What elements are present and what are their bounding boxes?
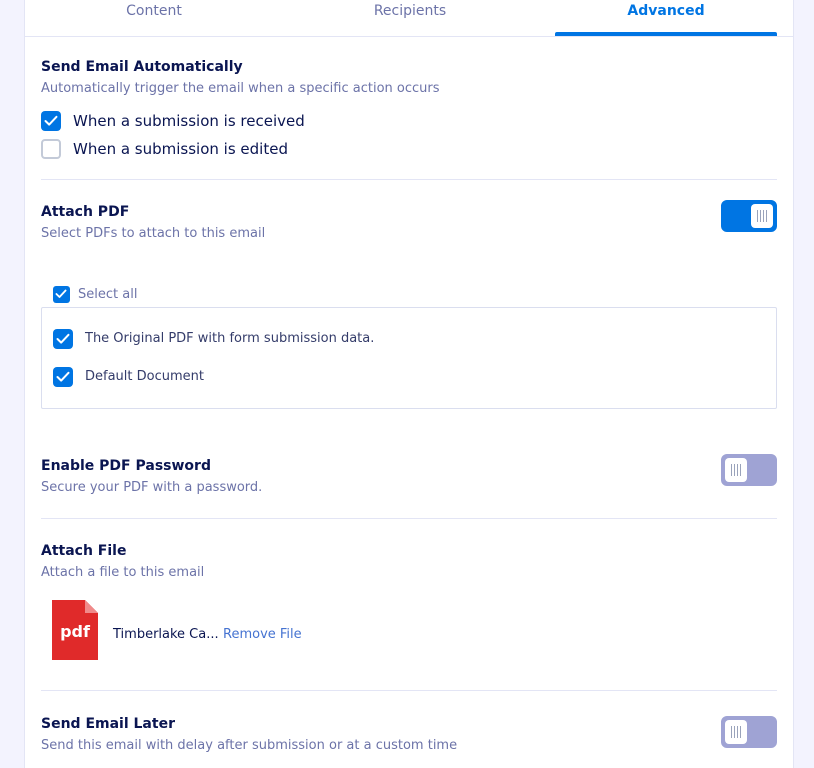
- tab-bar: Content Recipients Advanced: [25, 0, 793, 37]
- pdf-icon-text: pdf: [60, 622, 90, 641]
- select-all-label[interactable]: Select all: [78, 287, 137, 302]
- grip-icon: [731, 464, 741, 476]
- check-icon: [55, 289, 67, 298]
- send-auto-title: Send Email Automatically: [41, 59, 243, 75]
- tab-advanced[interactable]: Advanced: [555, 0, 777, 36]
- submission-received-label[interactable]: When a submission is received: [73, 112, 305, 130]
- pdf-password-title: Enable PDF Password: [41, 458, 211, 474]
- submission-received-checkbox[interactable]: [41, 111, 61, 131]
- grip-icon: [757, 210, 767, 222]
- section-divider: [41, 690, 777, 691]
- attach-pdf-title: Attach PDF: [41, 204, 130, 220]
- email-settings-panel: Content Recipients Advanced Send Email A…: [24, 0, 794, 768]
- send-later-title: Send Email Later: [41, 716, 175, 732]
- toggle-knob: [751, 204, 773, 228]
- send-later-toggle[interactable]: [721, 716, 777, 748]
- pdf-file-icon: pdf: [52, 600, 98, 660]
- toggle-knob: [725, 720, 747, 744]
- pdf-password-description: Secure your PDF with a password.: [41, 480, 263, 495]
- pdf-password-toggle[interactable]: [721, 454, 777, 486]
- send-later-description: Send this email with delay after submiss…: [41, 738, 458, 753]
- check-icon: [56, 371, 70, 382]
- submission-edited-label[interactable]: When a submission is edited: [73, 140, 288, 158]
- tab-content[interactable]: Content: [25, 0, 283, 36]
- original-pdf-label[interactable]: The Original PDF with form submission da…: [85, 331, 374, 346]
- check-icon: [44, 115, 58, 126]
- active-tab-indicator: [555, 32, 777, 36]
- attach-pdf-toggle[interactable]: [721, 200, 777, 232]
- original-pdf-checkbox[interactable]: [53, 329, 73, 349]
- pdf-document-list: [41, 307, 777, 409]
- submission-edited-checkbox[interactable]: [41, 139, 61, 159]
- default-document-label[interactable]: Default Document: [85, 369, 204, 384]
- attach-pdf-description: Select PDFs to attach to this email: [41, 226, 266, 241]
- check-icon: [56, 333, 70, 344]
- tab-recipients[interactable]: Recipients: [283, 0, 537, 36]
- attached-file-name: Timberlake Ca...: [113, 627, 219, 642]
- section-divider: [41, 179, 777, 180]
- attach-file-description: Attach a file to this email: [41, 565, 205, 580]
- attach-file-title: Attach File: [41, 543, 127, 559]
- section-divider: [41, 518, 777, 519]
- send-auto-description: Automatically trigger the email when a s…: [41, 81, 440, 96]
- remove-file-link[interactable]: Remove File: [223, 627, 302, 642]
- select-all-checkbox[interactable]: [53, 286, 70, 303]
- grip-icon: [731, 726, 741, 738]
- toggle-knob: [725, 458, 747, 482]
- default-document-checkbox[interactable]: [53, 367, 73, 387]
